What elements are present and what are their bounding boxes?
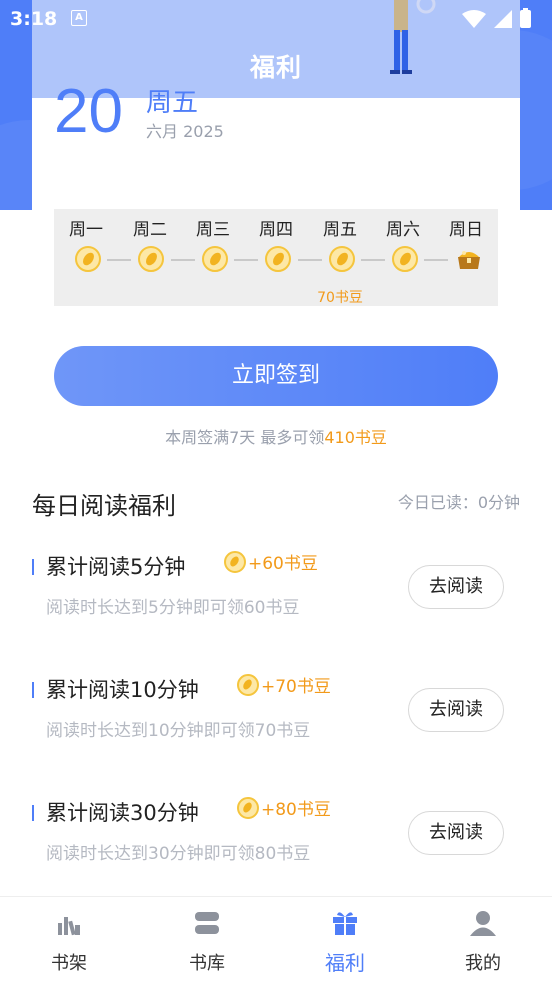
go-read-button[interactable]: 去阅读 [408, 565, 504, 609]
status-icons [462, 8, 531, 28]
tab-label: 我的 [465, 953, 501, 974]
hint-text: 本周签满7天 最多可领 [165, 428, 325, 447]
bean-coin-icon [237, 796, 259, 819]
bottom-tab-bar: 书架 书库 福利 我的 [0, 896, 552, 984]
task-description: 阅读时长达到5分钟即可领60书豆 [46, 598, 300, 618]
bean-coin-icon [392, 246, 418, 272]
bean-coin-icon [265, 246, 291, 272]
task-reward-text: +70书豆 [261, 677, 331, 697]
weekday-fri: 周五 [323, 220, 357, 240]
divider [361, 259, 385, 261]
sign-in-hint: 本周签满7天 最多可领410书豆 [0, 424, 552, 448]
bean-coin-icon [75, 246, 101, 272]
task-title: 累计阅读5分钟 [46, 555, 186, 579]
current-month-year: 六月 2025 [146, 122, 224, 141]
divider [171, 259, 195, 261]
bean-coin-icon [202, 246, 228, 272]
reading-task: 累计阅读30分钟 +80书豆 阅读时长达到30分钟即可领80书豆 去阅读 [0, 791, 552, 901]
current-weekday: 周五 [146, 88, 199, 118]
task-reward-text: +80书豆 [261, 800, 331, 820]
today-reading-time: 今日已读：0分钟 [397, 493, 520, 512]
go-read-button[interactable]: 去阅读 [408, 688, 504, 732]
task-marker [32, 682, 34, 698]
weekday-sat: 周六 [386, 220, 420, 240]
task-reward: +60书豆 [224, 549, 318, 574]
divider [424, 259, 448, 261]
tab-label: 书架 [51, 953, 87, 974]
tab-label: 福利 [325, 951, 365, 975]
weekday-thu: 周四 [259, 220, 293, 240]
task-marker [32, 559, 34, 575]
library-icon [195, 912, 219, 934]
wifi-icon [462, 10, 486, 28]
hint-amount: 410书豆 [324, 428, 387, 447]
task-marker [32, 805, 34, 821]
bean-coin-icon [237, 673, 259, 696]
divider [234, 259, 258, 261]
tab-bookshelf[interactable]: 书架 [0, 897, 138, 984]
sign-in-button[interactable]: 立即签到 [54, 346, 498, 406]
friday-reward-label: 70书豆 [317, 290, 363, 306]
go-read-button[interactable]: 去阅读 [408, 811, 504, 855]
status-time: 3:18 [10, 8, 58, 30]
task-reward: +70书豆 [237, 672, 331, 697]
task-reward: +80书豆 [237, 795, 331, 820]
bean-coin-icon [138, 246, 164, 272]
reading-task: 累计阅读5分钟 +60书豆 阅读时长达到5分钟即可领60书豆 去阅读 [0, 545, 552, 655]
reading-task: 累计阅读10分钟 +70书豆 阅读时长达到10分钟即可领70书豆 去阅读 [0, 668, 552, 778]
gift-icon [333, 912, 357, 935]
treasure-chest-icon [458, 251, 480, 269]
profile-icon [470, 911, 496, 936]
bean-coin-icon [329, 246, 355, 272]
task-title: 累计阅读30分钟 [46, 801, 199, 825]
divider [107, 259, 131, 261]
tab-profile[interactable]: 我的 [414, 897, 552, 984]
tab-label: 书库 [189, 953, 225, 974]
task-description: 阅读时长达到10分钟即可领70书豆 [46, 721, 311, 741]
current-day: 20 [54, 77, 123, 146]
bean-coin-icon [224, 550, 246, 573]
battery-icon [520, 10, 531, 28]
weekday-mon: 周一 [69, 220, 103, 240]
divider [298, 259, 322, 261]
weekday-tue: 周二 [133, 220, 167, 240]
tab-library[interactable]: 书库 [138, 897, 276, 984]
status-bar: 3:18 A [0, 0, 552, 38]
weekday-sun: 周日 [449, 220, 483, 240]
week-checkin-strip: 周一 周二 周三 周四 周五 周六 周日 70书豆 [54, 209, 498, 306]
weekday-wed: 周三 [196, 220, 230, 240]
notification-a-icon: A [71, 10, 87, 26]
task-title: 累计阅读10分钟 [46, 678, 199, 702]
task-reward-text: +60书豆 [248, 554, 318, 574]
tab-welfare[interactable]: 福利 [276, 897, 414, 984]
task-description: 阅读时长达到30分钟即可领80书豆 [46, 844, 311, 864]
signal-icon [494, 10, 512, 28]
section-title: 每日阅读福利 [32, 492, 176, 520]
bookshelf-icon [58, 917, 80, 936]
